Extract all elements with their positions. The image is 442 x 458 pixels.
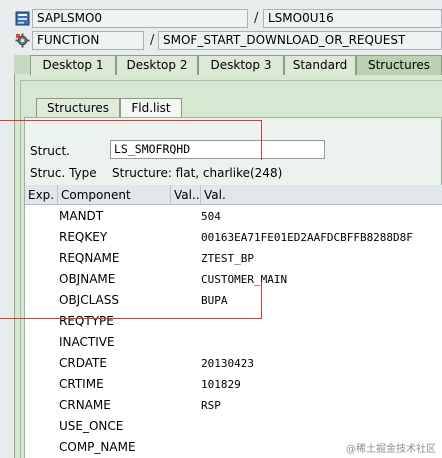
expand-cell[interactable] <box>25 290 58 311</box>
value-cell[interactable]: 101829 <box>201 374 442 395</box>
expand-cell[interactable] <box>25 332 58 353</box>
value-cell[interactable]: 504 <box>201 206 442 227</box>
value-cell[interactable]: BUPA <box>201 290 442 311</box>
component-cell: REQTYPE <box>59 314 114 328</box>
value-type-cell <box>171 248 201 269</box>
value-cell[interactable]: ZTEST_BP <box>201 248 442 269</box>
screen-field[interactable]: LSMO0U16 <box>263 9 442 28</box>
table-row[interactable]: INACTIVE <box>25 332 442 353</box>
tab-structures[interactable]: Structures <box>356 55 442 75</box>
value-type-cell <box>171 206 201 227</box>
struct-type-value: Structure: flat, charlike(248) <box>112 166 283 180</box>
component-cell: CRDATE <box>59 356 107 370</box>
component-cell: COMP_NAME <box>59 440 136 454</box>
field-list-table: Exp. Component Val... Val. MANDT 504 REQKE… <box>25 185 442 458</box>
value-cell[interactable]: RSP <box>201 395 442 416</box>
program-field[interactable]: SAPLSMO0 <box>32 9 248 28</box>
expand-cell[interactable] <box>25 311 58 332</box>
table-row[interactable]: REQTYPE <box>25 311 442 332</box>
expand-cell[interactable] <box>25 437 58 458</box>
table-row[interactable]: OBJNAME CUSTOMER_MAIN <box>25 269 442 290</box>
table-row[interactable]: CRDATE 20130423 <box>25 353 442 374</box>
function-icon <box>15 33 30 48</box>
col-value[interactable]: Val. <box>201 185 442 205</box>
component-cell: INACTIVE <box>59 335 115 349</box>
separator: / <box>254 11 259 26</box>
value-type-cell <box>171 269 201 290</box>
tab-desktop-3[interactable]: Desktop 3 <box>198 55 284 75</box>
struct-input[interactable]: LS_SMOFRQHD <box>110 140 325 159</box>
component-cell: USE_ONCE <box>59 419 124 433</box>
table-row[interactable]: REQKEY 00163EA71FE01ED2AAFDCBFFB8288D8F <box>25 227 442 248</box>
component-cell: OBJCLASS <box>59 293 119 307</box>
program-icon <box>15 11 30 26</box>
struct-type-label: Struc. Type <box>30 166 97 180</box>
col-exp[interactable]: Exp. <box>25 185 58 205</box>
col-component[interactable]: Component <box>58 185 171 205</box>
value-type-cell <box>171 227 201 248</box>
tab-desktop-2[interactable]: Desktop 2 <box>116 55 198 75</box>
component-cell: REQNAME <box>59 251 120 265</box>
annotation-line <box>261 282 262 319</box>
value-cell[interactable]: 00163EA71FE01ED2AAFDCBFFB8288D8F <box>201 227 442 248</box>
expand-cell[interactable] <box>25 269 58 290</box>
separator: / <box>150 33 155 48</box>
tab-standard[interactable]: Standard <box>284 55 356 75</box>
annotation-line <box>0 120 262 121</box>
table-row[interactable]: MANDT 504 <box>25 206 442 227</box>
object-type-field[interactable]: FUNCTION <box>32 31 144 50</box>
component-cell: OBJNAME <box>59 272 116 286</box>
table-row[interactable]: CRTIME 101829 <box>25 374 442 395</box>
expand-cell[interactable] <box>25 374 58 395</box>
value-type-cell <box>171 437 201 458</box>
tab-desktop-1[interactable]: Desktop 1 <box>30 55 116 75</box>
annotation-line <box>0 318 262 319</box>
value-type-cell <box>171 311 201 332</box>
table-header: Exp. Component Val... Val. <box>25 185 442 205</box>
tab-inner-structures[interactable]: Structures <box>36 98 120 118</box>
expand-cell[interactable] <box>25 206 58 227</box>
table-row[interactable]: USE_ONCE <box>25 416 442 437</box>
table-row[interactable]: OBJCLASS BUPA <box>25 290 442 311</box>
table-row[interactable]: REQNAME ZTEST_BP <box>25 248 442 269</box>
struct-label: Struct. <box>30 144 70 158</box>
expand-cell[interactable] <box>25 227 58 248</box>
value-type-cell <box>171 395 201 416</box>
value-type-cell <box>171 353 201 374</box>
value-cell[interactable] <box>201 416 442 437</box>
col-val-type[interactable]: Val... <box>171 185 201 205</box>
value-cell[interactable] <box>201 311 442 332</box>
expand-cell[interactable] <box>25 248 58 269</box>
value-cell[interactable]: CUSTOMER_MAIN <box>201 269 442 290</box>
table-row[interactable]: CRNAME RSP <box>25 395 442 416</box>
expand-cell[interactable] <box>25 353 58 374</box>
value-type-cell <box>171 332 201 353</box>
value-type-cell <box>171 374 201 395</box>
component-cell: CRNAME <box>59 398 111 412</box>
component-cell: MANDT <box>59 209 104 223</box>
value-type-cell <box>171 416 201 437</box>
component-cell: CRTIME <box>59 377 104 391</box>
value-type-cell <box>171 290 201 311</box>
function-name-field[interactable]: SMOF_START_DOWNLOAD_OR_REQUEST <box>158 31 442 50</box>
component-cell: REQKEY <box>59 230 108 244</box>
tab-inner-fieldlist[interactable]: Fld.list <box>120 98 182 118</box>
value-cell[interactable]: 20130423 <box>201 353 442 374</box>
expand-cell[interactable] <box>25 395 58 416</box>
watermark: @稀土掘金技术社区 <box>346 444 436 455</box>
value-cell[interactable] <box>201 332 442 353</box>
annotation-line <box>261 120 262 160</box>
expand-cell[interactable] <box>25 416 58 437</box>
